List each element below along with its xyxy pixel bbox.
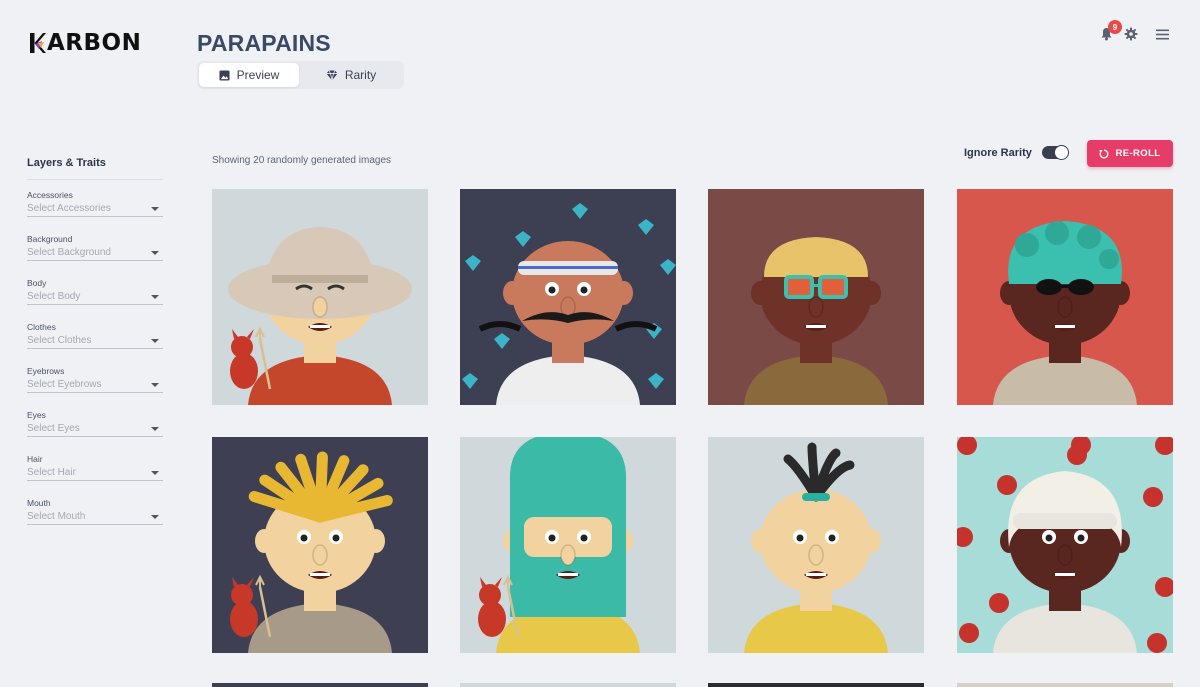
trait-field-clothes: Clothes Select Clothes [27, 322, 163, 349]
chevron-down-icon [151, 250, 159, 255]
generated-image-card[interactable] [460, 189, 676, 405]
sidebar-title: Layers & Traits [27, 157, 163, 180]
generated-image-card-partial[interactable] [460, 683, 676, 687]
trait-field-background: Background Select Background [27, 234, 163, 261]
chevron-down-icon [151, 382, 159, 387]
trait-select[interactable]: Select Mouth [27, 511, 163, 525]
trait-select-placeholder: Select Background [27, 247, 111, 258]
chevron-down-icon [151, 514, 159, 519]
avatar-illustration [212, 437, 428, 653]
trait-select[interactable]: Select Body [27, 291, 163, 305]
trait-field-eyebrows: Eyebrows Select Eyebrows [27, 366, 163, 393]
chevron-down-icon [151, 294, 159, 299]
logo-mark-icon [30, 31, 46, 55]
trait-select-placeholder: Select Eyebrows [27, 379, 102, 390]
ignore-rarity-label: Ignore Rarity [964, 146, 1032, 159]
header-actions: 9 [1098, 20, 1170, 42]
menu-icon [1155, 29, 1169, 39]
notifications-button[interactable]: 9 [1098, 20, 1122, 42]
diamond-icon [326, 69, 338, 81]
trait-select[interactable]: Select Clothes [27, 335, 163, 349]
ignore-rarity-control: Ignore Rarity [964, 145, 1069, 160]
avatar-illustration [708, 437, 924, 653]
image-icon [219, 69, 230, 81]
tab-rarity[interactable]: Rarity [301, 63, 401, 87]
trait-select-placeholder: Select Clothes [27, 335, 92, 346]
chevron-down-icon [151, 426, 159, 431]
generated-image-card[interactable] [212, 189, 428, 405]
trait-field-label: Hair [27, 454, 43, 464]
settings-button[interactable] [1123, 26, 1139, 42]
generated-image-card[interactable] [708, 437, 924, 653]
trait-field-label: Body [27, 278, 47, 288]
trait-field-label: Clothes [27, 322, 56, 332]
generated-image-card[interactable] [957, 189, 1173, 405]
trait-select[interactable]: Select Accessories [27, 203, 163, 217]
ignore-rarity-toggle[interactable] [1041, 145, 1069, 160]
tab-preview[interactable]: Preview [199, 63, 299, 87]
trait-select-placeholder: Select Body [27, 291, 81, 302]
showing-count-text: Showing 20 randomly generated images [212, 155, 391, 166]
trait-field-label: Eyebrows [27, 366, 65, 376]
trait-select[interactable]: Select Eyes [27, 423, 163, 437]
trait-select[interactable]: Select Hair [27, 467, 163, 481]
menu-button[interactable] [1154, 26, 1170, 42]
trait-select-placeholder: Select Eyes [27, 423, 80, 434]
trait-select-placeholder: Select Hair [27, 467, 76, 478]
generated-image-card[interactable] [212, 437, 428, 653]
chevron-down-icon [151, 470, 159, 475]
trait-field-label: Accessories [27, 190, 73, 200]
toggle-knob [1053, 145, 1069, 160]
trait-field-eyes: Eyes Select Eyes [27, 410, 163, 437]
trait-field-label: Eyes [27, 410, 46, 420]
refresh-icon [1099, 149, 1109, 158]
chevron-down-icon [151, 206, 159, 211]
avatar-illustration [460, 189, 676, 405]
tab-preview-label: Preview [236, 68, 280, 82]
trait-select[interactable]: Select Eyebrows [27, 379, 163, 393]
generated-image-card[interactable] [460, 437, 676, 653]
generated-image-card[interactable] [957, 437, 1173, 653]
avatar-illustration [212, 189, 428, 405]
avatar-illustration [708, 189, 924, 405]
trait-field-label: Background [27, 234, 73, 244]
avatar-illustration [460, 437, 676, 653]
trait-field-mouth: Mouth Select Mouth [27, 498, 163, 525]
trait-select[interactable]: Select Background [27, 247, 163, 261]
generated-image-card-partial[interactable] [708, 683, 924, 687]
avatar-illustration [957, 189, 1173, 405]
reroll-label: RE-ROLL [1115, 148, 1161, 159]
view-tabs: Preview Rarity [197, 61, 404, 89]
avatar-illustration [957, 437, 1173, 653]
gear-icon [1124, 27, 1138, 41]
generated-image-card-partial[interactable] [212, 683, 428, 687]
generated-image-card[interactable] [708, 189, 924, 405]
tab-rarity-label: Rarity [344, 68, 377, 82]
trait-field-body: Body Select Body [27, 278, 163, 305]
brand-logo[interactable]: ARBON [30, 30, 141, 56]
layers-traits-panel: Layers & Traits Accessories Select Access… [27, 157, 163, 542]
trait-field-hair: Hair Select Hair [27, 454, 163, 481]
reroll-button[interactable]: RE-ROLL [1087, 140, 1173, 167]
trait-select-placeholder: Select Mouth [27, 511, 86, 522]
notification-badge: 9 [1108, 20, 1122, 34]
logo-text: ARBON [47, 30, 142, 56]
project-title: PARAPAINS [197, 30, 331, 56]
generated-image-card-partial[interactable] [957, 683, 1173, 687]
trait-field-accessories: Accessories Select Accessories [27, 190, 163, 217]
trait-select-placeholder: Select Accessories [27, 203, 111, 214]
chevron-down-icon [151, 338, 159, 343]
trait-field-label: Mouth [27, 498, 51, 508]
